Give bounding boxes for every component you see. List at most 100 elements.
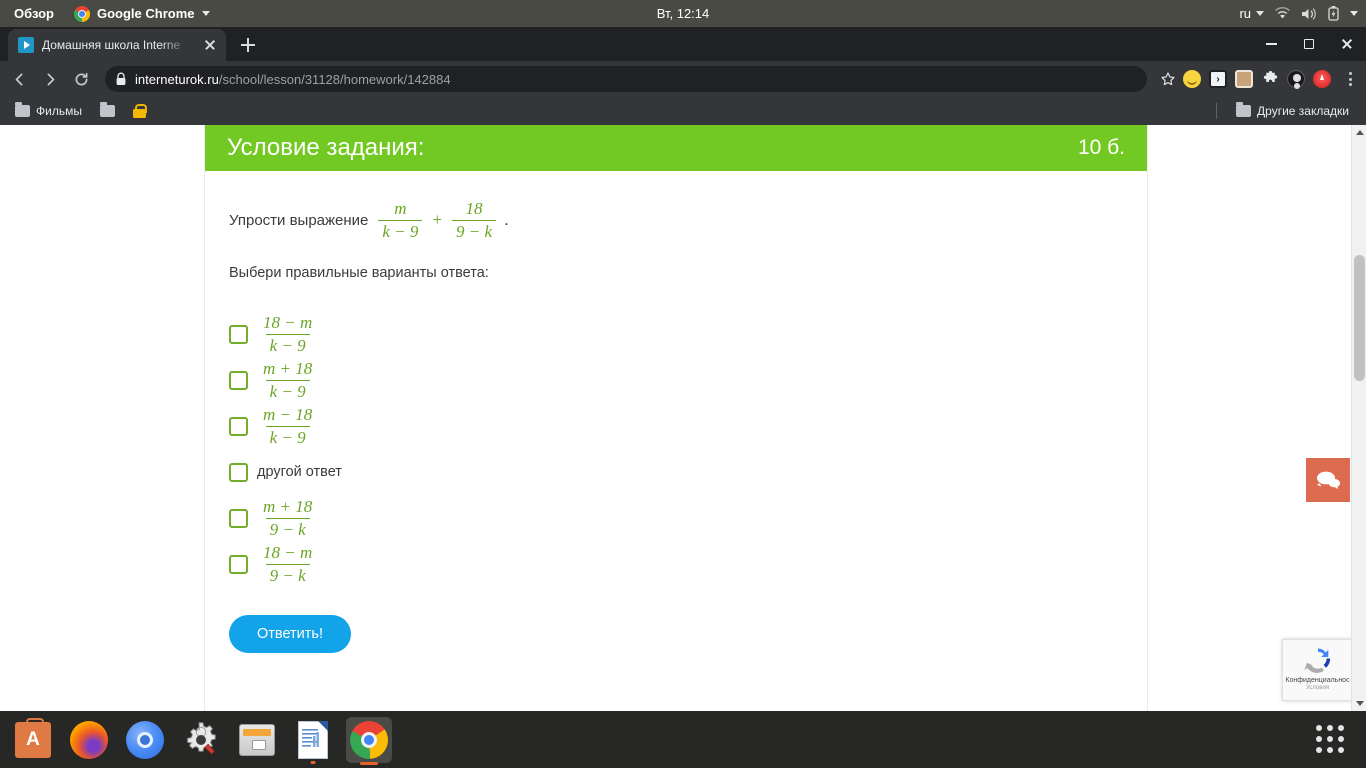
close-window-button[interactable] — [1328, 27, 1366, 61]
scrollbar-thumb[interactable] — [1354, 255, 1365, 381]
dock-item-google-chrome[interactable] — [346, 716, 392, 763]
puzzle-icon[interactable] — [1261, 70, 1279, 88]
top-bar-status-area[interactable]: ru — [1239, 0, 1358, 27]
scroll-up-arrow-icon[interactable] — [1352, 125, 1366, 140]
dock-item-libreoffice-writer[interactable] — [290, 717, 336, 763]
fraction-denominator: 9 − k — [452, 219, 497, 241]
fraction-denominator: 9 − k — [265, 563, 310, 585]
libreoffice-writer-icon — [298, 720, 328, 759]
dock-item-firefox[interactable] — [66, 717, 112, 763]
bookmark-item-folder[interactable] — [93, 102, 122, 120]
new-tab-button[interactable] — [234, 31, 262, 59]
other-bookmarks-area: Другие закладки — [1216, 101, 1356, 121]
answer-option[interactable]: m + 18 k − 9 — [229, 357, 1123, 403]
checkbox[interactable] — [229, 462, 248, 482]
back-button[interactable] — [4, 64, 34, 94]
checkbox[interactable] — [229, 508, 248, 528]
bookmark-star-icon[interactable] — [1154, 65, 1182, 93]
show-applications-icon[interactable] — [1312, 721, 1348, 757]
page-scrollbar[interactable] — [1351, 125, 1366, 711]
profile-avatar-icon[interactable] — [1287, 70, 1305, 88]
app-menu-button[interactable]: Google Chrome — [74, 5, 210, 22]
camera-extension-icon[interactable] — [1235, 70, 1253, 88]
chrome-logo-icon — [74, 5, 90, 22]
chat-bubbles-icon — [1317, 471, 1340, 489]
files-icon — [239, 723, 275, 756]
answer-option[interactable]: 18 − m k − 9 — [229, 311, 1123, 357]
chrome-menu-button[interactable] — [1338, 72, 1362, 86]
fraction-numerator: m — [394, 199, 407, 219]
fraction-denominator: k − 9 — [265, 425, 310, 447]
keyboard-layout-indicator[interactable]: ru — [1239, 6, 1264, 21]
recaptcha-terms-label[interactable]: Условия — [1306, 685, 1329, 691]
dock-item-ubuntu-software[interactable]: A — [10, 717, 56, 763]
red-badge-extension-icon[interactable] — [1313, 70, 1331, 88]
ubuntu-software-icon: A — [15, 717, 51, 758]
app-menu-label: Google Chrome — [97, 6, 195, 21]
browser-tab-active[interactable]: Домашняя школа Interne — [8, 29, 226, 61]
fraction-denominator: k − 9 — [378, 219, 423, 241]
battery-icon — [1328, 6, 1339, 21]
wifi-icon — [1275, 7, 1290, 19]
fraction-denominator: 9 − k — [265, 517, 310, 539]
forward-button[interactable] — [35, 64, 65, 94]
chat-widget-button[interactable] — [1306, 458, 1350, 502]
folder-icon — [1236, 102, 1252, 117]
clock[interactable]: Вт, 12:14 — [657, 6, 710, 21]
smiley-extension-icon[interactable] — [1183, 70, 1201, 88]
dock-items: A — [0, 716, 392, 763]
option-fraction: m − 18 k − 9 — [257, 405, 318, 446]
reload-button[interactable] — [66, 64, 96, 94]
maximize-restore-button[interactable] — [1290, 27, 1328, 61]
dock-item-files[interactable] — [234, 717, 280, 763]
divider — [1216, 103, 1218, 119]
other-bookmarks-button[interactable]: Другие закладки — [1229, 101, 1356, 121]
scroll-down-arrow-icon[interactable] — [1352, 696, 1366, 711]
url-host: interneturok.ru — [135, 71, 219, 87]
submit-answer-button[interactable]: Ответить! — [229, 615, 351, 653]
checkbox[interactable] — [229, 324, 248, 344]
fraction-denominator: k − 9 — [265, 379, 310, 401]
activities-overview-button[interactable]: Обзор — [8, 4, 60, 23]
keyboard-layout-label: ru — [1239, 6, 1251, 21]
close-tab-icon[interactable] — [202, 37, 218, 53]
checkbox[interactable] — [229, 416, 248, 436]
page-viewport: Условие задания: 10 б. Упрости выражение… — [0, 125, 1366, 711]
option-label: другой ответ — [257, 464, 342, 480]
checkbox[interactable] — [229, 554, 248, 574]
lock-icon — [132, 104, 148, 118]
tab-title: Домашняя школа Interne — [42, 38, 181, 52]
lock-icon — [116, 72, 126, 85]
browser-toolbar: interneturok.ru/school/lesson/31128/home… — [0, 61, 1366, 97]
bookmark-item-films[interactable]: Фильмы — [8, 101, 89, 121]
minimize-button[interactable] — [1252, 27, 1290, 61]
address-bar[interactable]: interneturok.ru/school/lesson/31128/home… — [105, 66, 1147, 92]
recaptcha-privacy-label[interactable]: Конфиденциальнос — [1285, 677, 1349, 684]
fraction-denominator: k − 9 — [265, 333, 310, 355]
other-bookmarks-label: Другие закладки — [1257, 104, 1349, 118]
window-controls — [1252, 27, 1366, 61]
url-path: /school/lesson/31128/homework/142884 — [218, 71, 451, 87]
task-card-body: Упрости выражение m k − 9 + 18 9 − k . В… — [205, 171, 1147, 653]
bookmark-label: Фильмы — [36, 104, 82, 118]
extensions-area: › — [1183, 70, 1337, 88]
gnome-top-bar: Обзор Google Chrome Вт, 12:14 ru — [0, 0, 1366, 27]
fraction-numerator: m + 18 — [263, 359, 313, 379]
answer-option[interactable]: m − 18 k − 9 — [229, 403, 1123, 449]
question-expression: m k − 9 + 18 9 − k . — [376, 199, 509, 241]
dock-item-settings[interactable] — [178, 717, 224, 763]
answer-option-other[interactable]: другой ответ — [229, 449, 1123, 495]
dark-square-extension-icon[interactable]: › — [1209, 70, 1227, 88]
question-line: Упрости выражение m k − 9 + 18 9 − k . — [229, 197, 1123, 243]
dock-item-chromium[interactable] — [122, 717, 168, 763]
answer-option[interactable]: m + 18 9 − k — [229, 495, 1123, 541]
checkbox[interactable] — [229, 370, 248, 390]
google-chrome-icon — [350, 720, 388, 759]
folder-icon — [99, 102, 115, 117]
chromium-icon — [126, 720, 164, 759]
answer-option[interactable]: 18 − m 9 − k — [229, 541, 1123, 587]
volume-icon — [1302, 7, 1316, 20]
bookmark-item-lock[interactable] — [126, 101, 153, 121]
recaptcha-badge[interactable]: Конфиденциальнос Условия — [1282, 639, 1353, 701]
chevron-down-icon[interactable] — [1350, 11, 1358, 16]
